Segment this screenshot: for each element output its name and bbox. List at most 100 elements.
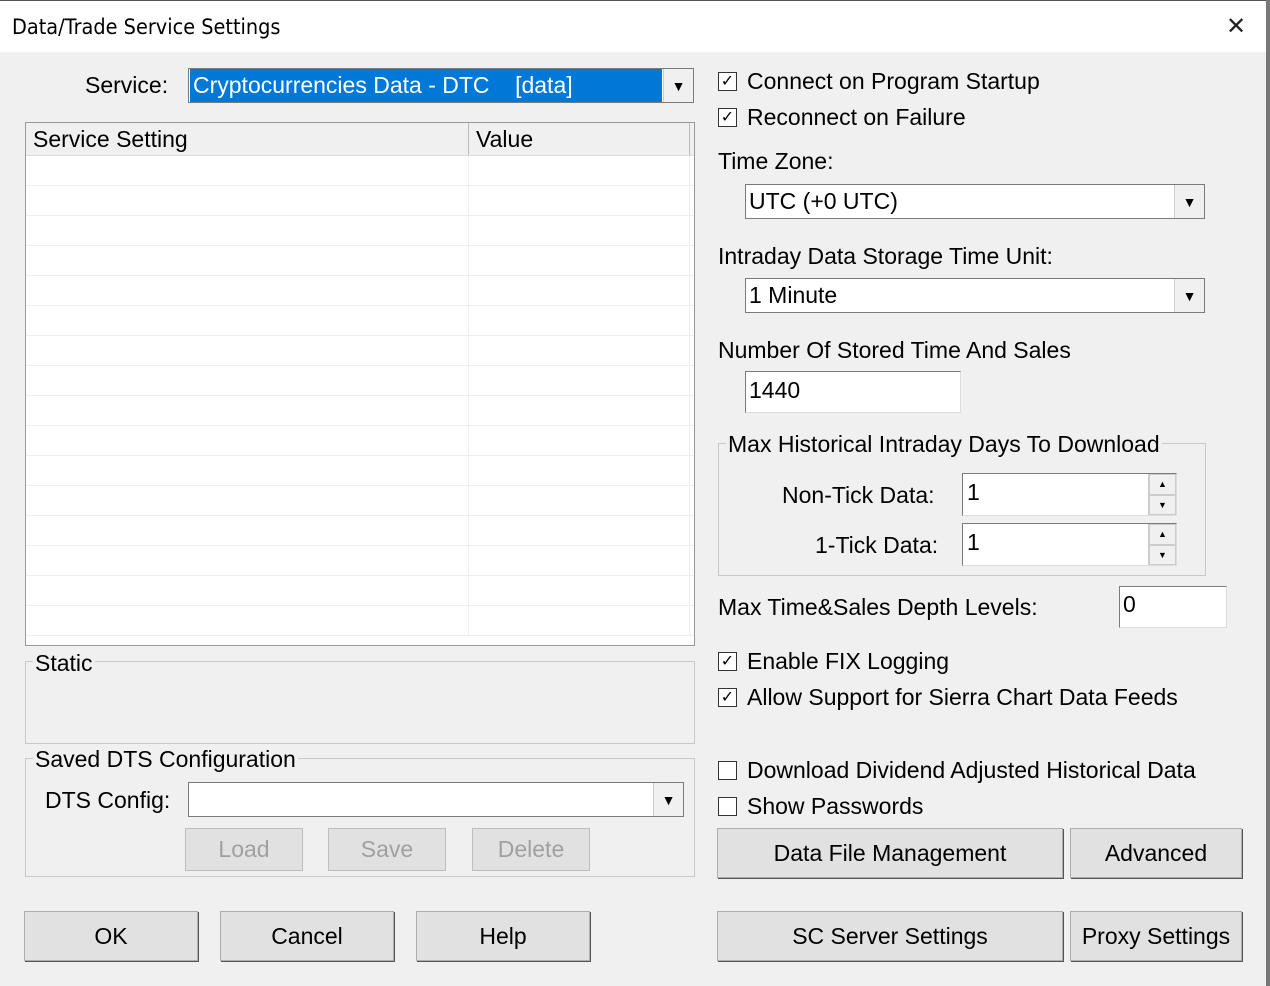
column-value[interactable]: Value bbox=[469, 123, 690, 155]
download-dividend-checkbox[interactable]: Download Dividend Adjusted Historical Da… bbox=[718, 757, 1196, 784]
value-cell[interactable] bbox=[469, 486, 690, 515]
table-row[interactable] bbox=[26, 366, 694, 396]
table-row[interactable] bbox=[26, 246, 694, 276]
setting-cell[interactable] bbox=[26, 456, 469, 485]
value-cell[interactable] bbox=[469, 276, 690, 305]
setting-cell[interactable] bbox=[26, 246, 469, 275]
value-cell[interactable] bbox=[469, 426, 690, 455]
sc-server-settings-button[interactable]: SC Server Settings bbox=[717, 911, 1063, 961]
checkbox-label: Show Passwords bbox=[747, 793, 924, 819]
table-row[interactable] bbox=[26, 426, 694, 456]
stored-ts-input[interactable]: 1440 bbox=[745, 371, 961, 413]
enable-fix-logging-checkbox[interactable]: ✓ Enable FIX Logging bbox=[718, 648, 949, 675]
load-button[interactable]: Load bbox=[185, 828, 303, 871]
table-row[interactable] bbox=[26, 336, 694, 366]
table-row[interactable] bbox=[26, 606, 694, 636]
table-row[interactable] bbox=[26, 396, 694, 426]
value-cell[interactable] bbox=[469, 336, 690, 365]
save-button[interactable]: Save bbox=[328, 828, 446, 871]
chevron-down-icon[interactable]: ▼ bbox=[663, 69, 693, 102]
checkbox-icon[interactable]: ✓ bbox=[718, 688, 737, 707]
checkbox-label: Download Dividend Adjusted Historical Da… bbox=[747, 757, 1196, 783]
spin-down-icon[interactable]: ▼ bbox=[1149, 494, 1176, 515]
value-cell[interactable] bbox=[469, 576, 690, 605]
close-icon[interactable]: ✕ bbox=[1226, 12, 1246, 41]
connect-on-startup-checkbox[interactable]: ✓ Connect on Program Startup bbox=[718, 68, 1040, 95]
max-days-label: Max Historical Intraday Days To Download bbox=[726, 431, 1162, 458]
setting-cell[interactable] bbox=[26, 516, 469, 545]
checkbox-icon[interactable]: ✓ bbox=[718, 108, 737, 127]
depth-input[interactable]: 0 bbox=[1119, 586, 1227, 628]
table-row[interactable] bbox=[26, 306, 694, 336]
value-cell[interactable] bbox=[469, 516, 690, 545]
setting-cell[interactable] bbox=[26, 546, 469, 575]
ok-button[interactable]: OK bbox=[24, 911, 198, 961]
proxy-settings-button[interactable]: Proxy Settings bbox=[1070, 911, 1242, 961]
value-cell[interactable] bbox=[469, 246, 690, 275]
setting-cell[interactable] bbox=[26, 306, 469, 335]
data-file-management-button[interactable]: Data File Management bbox=[717, 828, 1063, 878]
allow-sierra-feeds-checkbox[interactable]: ✓ Allow Support for Sierra Chart Data Fee… bbox=[718, 684, 1178, 711]
value-cell[interactable] bbox=[469, 396, 690, 425]
storage-unit-select[interactable]: 1 Minute ▼ bbox=[745, 278, 1205, 313]
chevron-down-icon[interactable]: ▼ bbox=[653, 783, 683, 816]
non-tick-label: Non-Tick Data: bbox=[782, 482, 935, 508]
value-cell[interactable] bbox=[469, 186, 690, 215]
setting-cell[interactable] bbox=[26, 366, 469, 395]
table-row[interactable] bbox=[26, 486, 694, 516]
column-service-setting[interactable]: Service Setting bbox=[26, 123, 469, 155]
table-row[interactable] bbox=[26, 186, 694, 216]
reconnect-on-failure-checkbox[interactable]: ✓ Reconnect on Failure bbox=[718, 104, 966, 131]
checkbox-icon[interactable] bbox=[718, 761, 737, 780]
setting-cell[interactable] bbox=[26, 486, 469, 515]
advanced-button[interactable]: Advanced bbox=[1070, 828, 1242, 878]
checkbox-icon[interactable] bbox=[718, 797, 737, 816]
time-zone-select[interactable]: UTC (+0 UTC) ▼ bbox=[745, 184, 1205, 219]
value-cell[interactable] bbox=[469, 456, 690, 485]
table-row[interactable] bbox=[26, 156, 694, 186]
table-row[interactable] bbox=[26, 516, 694, 546]
table-row[interactable] bbox=[26, 546, 694, 576]
checkbox-label: Reconnect on Failure bbox=[747, 104, 966, 130]
table-row[interactable] bbox=[26, 276, 694, 306]
spin-up-icon[interactable]: ▲ bbox=[1149, 474, 1176, 495]
setting-cell[interactable] bbox=[26, 606, 469, 635]
table-row[interactable] bbox=[26, 216, 694, 246]
spin-down-icon[interactable]: ▼ bbox=[1149, 544, 1176, 565]
show-passwords-checkbox[interactable]: Show Passwords bbox=[718, 793, 923, 820]
service-settings-table[interactable]: Service Setting Value bbox=[25, 122, 695, 646]
setting-cell[interactable] bbox=[26, 426, 469, 455]
non-tick-value[interactable]: 1 bbox=[963, 474, 1148, 515]
service-value: Cryptocurrencies Data - DTC [data] bbox=[190, 69, 662, 102]
setting-cell[interactable] bbox=[26, 576, 469, 605]
cancel-button[interactable]: Cancel bbox=[220, 911, 394, 961]
value-cell[interactable] bbox=[469, 546, 690, 575]
setting-cell[interactable] bbox=[26, 156, 469, 185]
table-row[interactable] bbox=[26, 576, 694, 606]
chevron-down-icon[interactable]: ▼ bbox=[1174, 185, 1204, 218]
non-tick-spinner[interactable]: 1 ▲ ▼ bbox=[962, 473, 1177, 516]
tick-value[interactable]: 1 bbox=[963, 524, 1148, 565]
service-select[interactable]: Cryptocurrencies Data - DTC [data] ▼ bbox=[188, 68, 694, 103]
setting-cell[interactable] bbox=[26, 276, 469, 305]
delete-button[interactable]: Delete bbox=[472, 828, 590, 871]
help-button[interactable]: Help bbox=[416, 911, 590, 961]
saved-dts-label: Saved DTS Configuration bbox=[33, 746, 298, 773]
tick-spinner[interactable]: 1 ▲ ▼ bbox=[962, 523, 1177, 566]
setting-cell[interactable] bbox=[26, 336, 469, 365]
checkbox-icon[interactable]: ✓ bbox=[718, 652, 737, 671]
setting-cell[interactable] bbox=[26, 216, 469, 245]
setting-cell[interactable] bbox=[26, 186, 469, 215]
setting-cell[interactable] bbox=[26, 396, 469, 425]
value-cell[interactable] bbox=[469, 366, 690, 395]
value-cell[interactable] bbox=[469, 156, 690, 185]
value-cell[interactable] bbox=[469, 606, 690, 635]
value-cell[interactable] bbox=[469, 216, 690, 245]
chevron-down-icon[interactable]: ▼ bbox=[1174, 279, 1204, 312]
spin-up-icon[interactable]: ▲ bbox=[1149, 524, 1176, 545]
dts-config-select[interactable]: ▼ bbox=[188, 782, 684, 817]
table-row[interactable] bbox=[26, 456, 694, 486]
checkbox-icon[interactable]: ✓ bbox=[718, 72, 737, 91]
depth-label: Max Time&Sales Depth Levels: bbox=[718, 594, 1038, 620]
value-cell[interactable] bbox=[469, 306, 690, 335]
